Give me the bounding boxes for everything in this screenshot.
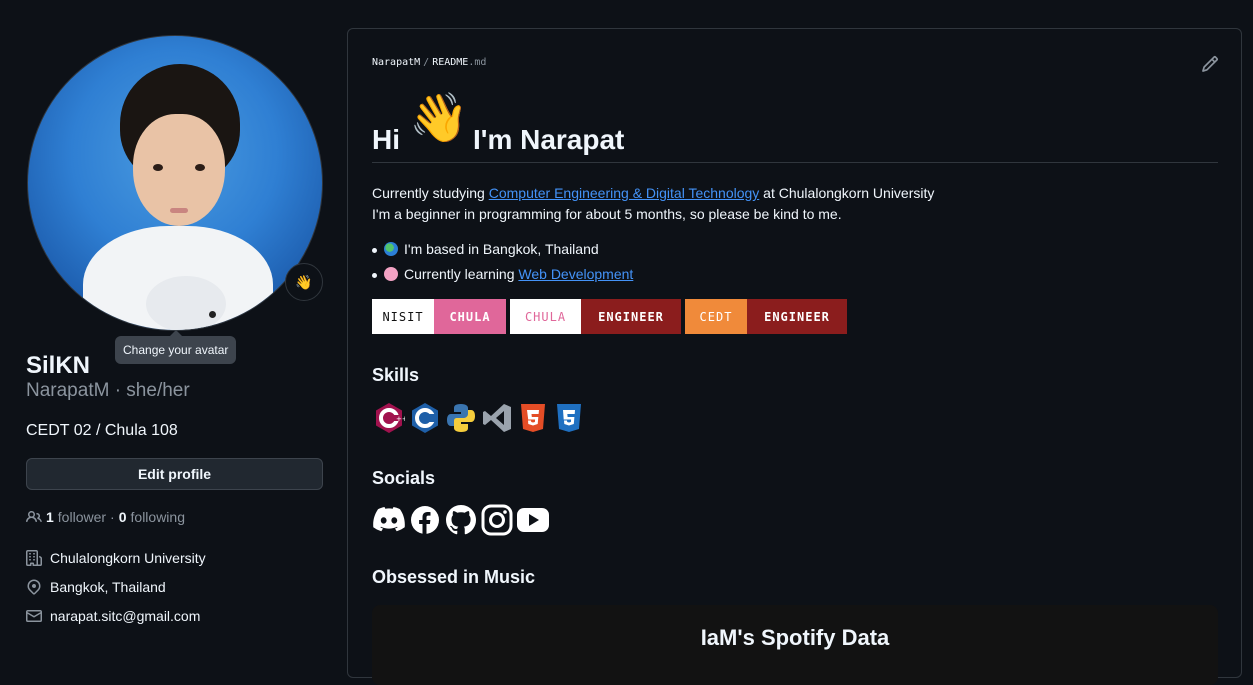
github-icon[interactable]	[444, 503, 478, 537]
badge-chula-engineer[interactable]: CHULA ENGINEER	[510, 299, 681, 334]
follow-stats: 1 follower · 0 following	[26, 509, 185, 525]
organization-text: Chulalongkorn University	[50, 550, 206, 566]
detail-email: narapat.sitc@gmail.com	[26, 608, 200, 624]
html5-icon	[516, 401, 550, 435]
edit-profile-button[interactable]: Edit profile	[26, 458, 323, 490]
socials-icons	[372, 503, 550, 537]
waving-hand-icon: 👋	[295, 273, 313, 290]
profile-login-pronouns: NarapatM · she/her	[26, 380, 190, 401]
c-icon	[408, 401, 442, 435]
badge-nisit-chula[interactable]: NISIT CHULA	[372, 299, 506, 334]
follow-separator: ·	[110, 509, 115, 525]
intro-line-2: I'm a beginner in programming for about …	[372, 206, 842, 222]
detail-organization: Chulalongkorn University	[26, 550, 206, 566]
youtube-icon[interactable]	[516, 503, 550, 537]
discord-icon[interactable]	[372, 503, 406, 537]
following-link[interactable]: following	[131, 509, 185, 525]
brain-icon	[384, 267, 398, 281]
avatar[interactable]	[27, 35, 323, 331]
location-icon	[27, 579, 41, 595]
mail-icon	[26, 610, 42, 622]
skills-heading: Skills	[372, 365, 420, 385]
spotify-title: IaM's Spotify Data	[700, 625, 890, 650]
list-item: I'm based in Bangkok, Thailand	[372, 241, 599, 257]
facebook-icon[interactable]	[408, 503, 442, 537]
cplusplus-icon: ++	[372, 401, 406, 435]
avatar-tooltip: Change your avatar	[115, 330, 237, 364]
pencil-icon[interactable]	[1201, 55, 1219, 73]
skills-icons: ++	[372, 401, 586, 435]
building-icon	[26, 550, 42, 566]
web-dev-link[interactable]: Web Development	[518, 266, 633, 282]
readme-box: NarapatM / README.md Hi 👋 I'm Narapat Curr…	[347, 28, 1242, 685]
svg-text:++: ++	[396, 415, 405, 423]
cedt-link[interactable]: Computer Engineering & Digital Technolog…	[489, 185, 760, 201]
people-icon	[26, 510, 42, 523]
intro-paragraph: Currently studying Computer Engineering …	[372, 185, 935, 222]
profile-sidebar: 👋 Change your avatar SilKN NarapatM · sh…	[26, 0, 323, 661]
breadcrumb-owner[interactable]: NarapatM	[372, 57, 420, 68]
following-count[interactable]: 0	[119, 509, 127, 525]
status-emoji-button[interactable]: 👋	[285, 263, 323, 301]
badge-cedt-engineer[interactable]: CEDT ENGINEER	[685, 299, 847, 334]
socials-heading: Socials	[372, 468, 436, 488]
readme-heading: Hi 👋 I'm Narapat	[372, 92, 1218, 163]
profile-bio: CEDT 02 / Chula 108	[26, 422, 178, 439]
python-icon	[444, 401, 478, 435]
detail-location: Bangkok, Thailand	[26, 579, 166, 595]
globe-icon	[384, 242, 398, 256]
vscode-icon	[480, 401, 514, 435]
email-link[interactable]: narapat.sitc@gmail.com	[50, 608, 200, 624]
spotify-card[interactable]: IaM's Spotify Data	[372, 605, 1218, 685]
followers-link[interactable]: follower	[58, 509, 106, 525]
profile-name: SilKN	[26, 352, 91, 379]
music-heading: Obsessed in Music	[372, 567, 536, 587]
list-item: Currently learning Web Development	[371, 266, 633, 282]
heading-hi: Hi	[372, 124, 400, 155]
followers-count[interactable]: 1	[46, 509, 54, 525]
breadcrumb-file[interactable]: README	[432, 57, 468, 68]
avatar-container: 👋	[27, 35, 323, 331]
waving-hand-icon: 👋	[409, 92, 469, 145]
badges-row: NISIT CHULA CHULA ENGINEER CEDT ENGINEER	[372, 299, 847, 334]
instagram-icon[interactable]	[480, 503, 514, 537]
readme-breadcrumb: NarapatM / README.md	[372, 57, 487, 68]
location-text: Bangkok, Thailand	[50, 579, 166, 595]
heading-name: I'm Narapat	[473, 124, 625, 155]
css3-icon	[552, 401, 586, 435]
